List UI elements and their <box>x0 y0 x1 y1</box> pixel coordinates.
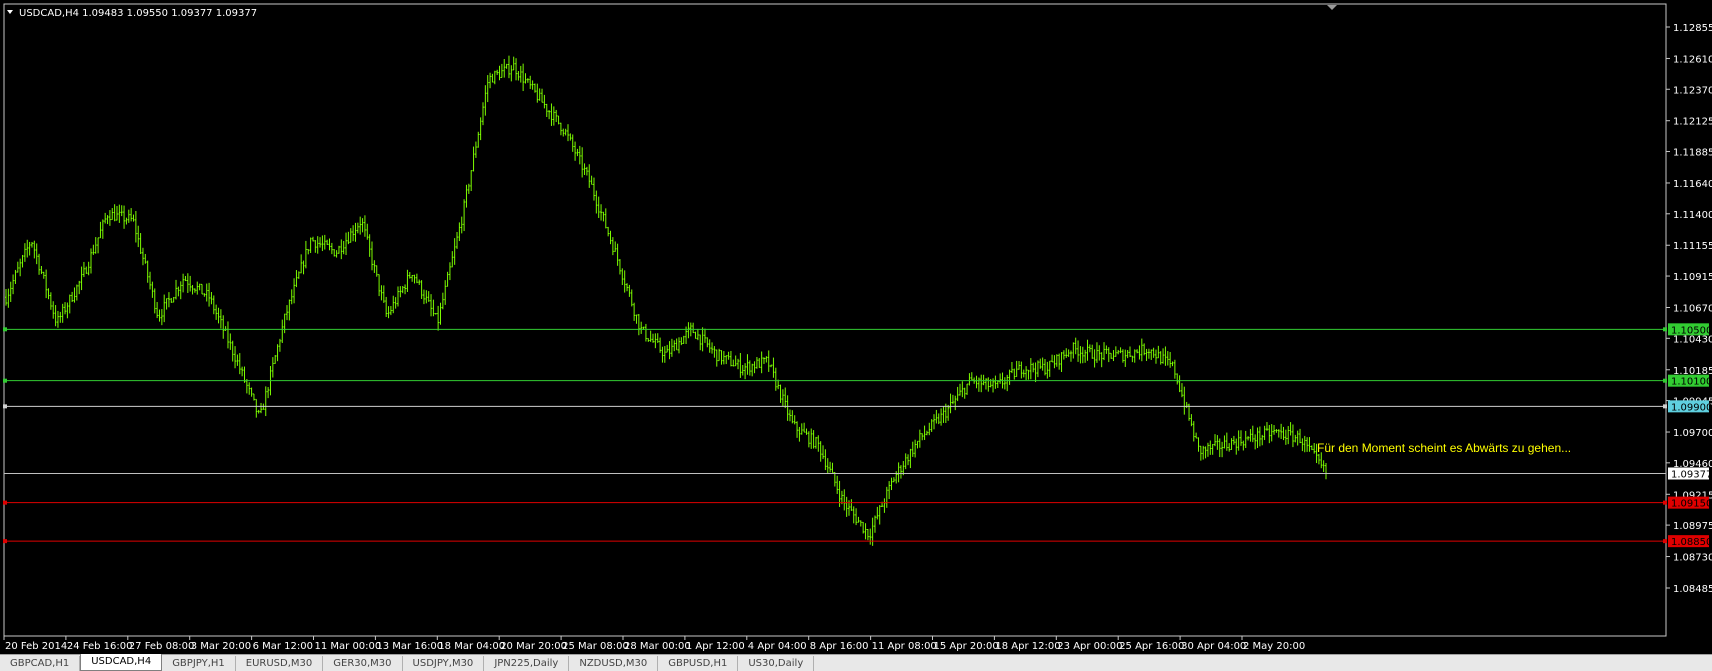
line-handle[interactable] <box>1663 327 1667 332</box>
time-label: 1 Apr 12:00 <box>686 641 745 652</box>
time-label: 6 Mar 12:00 <box>253 641 313 652</box>
price-line-label: 1.09150 <box>1671 499 1712 510</box>
line-handle[interactable] <box>3 404 7 409</box>
price-label: 1.12125 <box>1673 117 1712 128</box>
tab-gbpusd-h1[interactable]: GBPUSD,H1 <box>658 656 739 671</box>
price-label: 1.12855 <box>1673 23 1712 34</box>
chart-tab-bar: GBPCAD,H1 USDCAD,H4 GBPJPY,H1 EURUSD,M30 GER… <box>0 654 1712 671</box>
tab-jpn225-daily[interactable]: JPN225,Daily <box>484 656 570 671</box>
time-label: 18 Mar 04:00 <box>438 641 505 652</box>
price-label: 1.10915 <box>1673 272 1712 283</box>
price-label: 1.08975 <box>1673 521 1712 532</box>
line-handle[interactable] <box>1663 404 1667 409</box>
tab-usdcad-h4[interactable]: USDCAD,H4 <box>80 654 163 671</box>
price-label: 1.11155 <box>1673 241 1712 252</box>
time-label: 15 Apr 20:00 <box>934 641 999 652</box>
price-label: 1.11885 <box>1673 148 1712 159</box>
tab-gbpcad-h1[interactable]: GBPCAD,H1 <box>0 656 81 671</box>
time-label: 8 Apr 16:00 <box>810 641 869 652</box>
time-label: 27 Feb 08:00 <box>129 641 195 652</box>
price-label: 1.11400 <box>1673 210 1712 221</box>
price-label: 1.08485 <box>1673 584 1712 595</box>
tab-nzdusd-m30[interactable]: NZDUSD,M30 <box>569 656 659 671</box>
price-label: 1.10670 <box>1673 304 1712 315</box>
symbol-header: USDCAD,H4 1.09483 1.09550 1.09377 1.0937… <box>19 8 257 19</box>
line-handle[interactable] <box>1663 378 1667 383</box>
time-label: 28 Mar 00:00 <box>624 641 691 652</box>
line-handle[interactable] <box>3 539 7 544</box>
tab-usdjpy-m30[interactable]: USDJPY,M30 <box>403 656 485 671</box>
time-label: 25 Mar 08:00 <box>562 641 629 652</box>
price-line-label: 1.10100 <box>1671 377 1712 388</box>
price-line-label: 1.08850 <box>1671 537 1712 548</box>
price-label: 1.12610 <box>1673 54 1712 65</box>
tab-gbpjpy-h1[interactable]: GBPJPY,H1 <box>162 656 236 671</box>
line-handle[interactable] <box>3 500 7 505</box>
time-label: 4 Apr 04:00 <box>748 641 807 652</box>
line-handle[interactable] <box>1663 539 1667 544</box>
line-handle[interactable] <box>1663 500 1667 505</box>
tab-eurusd-m30[interactable]: EURUSD,M30 <box>236 656 324 671</box>
tab-ger30-m30[interactable]: GER30,M30 <box>323 656 403 671</box>
price-label: 1.11640 <box>1673 179 1712 190</box>
price-line-label: 1.09900 <box>1671 402 1712 413</box>
time-label: 25 Apr 16:00 <box>1119 641 1184 652</box>
time-label: 13 Mar 16:00 <box>376 641 443 652</box>
shift-marker-icon[interactable] <box>1327 5 1337 10</box>
price-line-label: 1.10500 <box>1671 325 1712 336</box>
price-chart[interactable]: USDCAD,H4 1.09483 1.09550 1.09377 1.0937… <box>0 0 1712 655</box>
time-label: 24 Feb 16:00 <box>67 641 133 652</box>
time-label: 11 Mar 00:00 <box>315 641 382 652</box>
chart-annotation[interactable]: Für den Moment scheint es Abwärts zu geh… <box>1317 441 1571 455</box>
chart-window: USDCAD,H4 1.09483 1.09550 1.09377 1.0937… <box>0 0 1712 671</box>
time-label: 30 Apr 04:00 <box>1181 641 1246 652</box>
time-label: 18 Apr 12:00 <box>995 641 1060 652</box>
tab-us30-daily[interactable]: US30,Daily <box>738 656 815 671</box>
time-label: 2 May 20:00 <box>1243 641 1305 652</box>
price-label: 1.12370 <box>1673 85 1712 96</box>
time-label: 11 Apr 08:00 <box>872 641 937 652</box>
time-label: 20 Mar 20:00 <box>500 641 567 652</box>
time-label: 3 Mar 20:00 <box>191 641 251 652</box>
price-label: 1.09700 <box>1673 428 1712 439</box>
time-label: 20 Feb 2014 <box>5 641 67 652</box>
price-label: 1.08730 <box>1673 553 1712 564</box>
chart-area[interactable]: USDCAD,H4 1.09483 1.09550 1.09377 1.0937… <box>0 0 1712 655</box>
time-label: 23 Apr 00:00 <box>1057 641 1122 652</box>
price-line-label: 1.09377 <box>1671 469 1712 480</box>
line-handle[interactable] <box>3 378 7 383</box>
chart-menu-triangle-icon[interactable] <box>7 10 13 14</box>
line-handle[interactable] <box>3 327 7 332</box>
